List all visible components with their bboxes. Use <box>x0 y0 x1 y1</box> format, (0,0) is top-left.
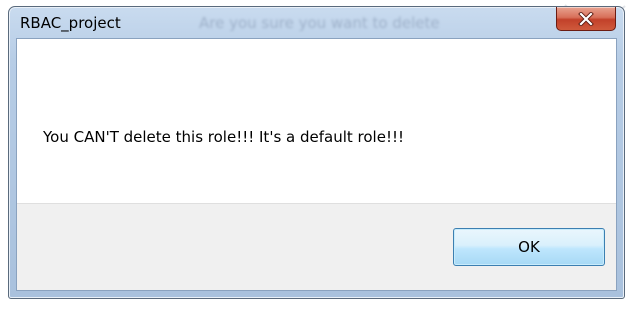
close-button[interactable] <box>556 7 616 31</box>
close-icon <box>578 11 594 26</box>
dialog-button-bar: OK <box>17 203 616 290</box>
title-ghost-text: Are you sure you want to delete <box>199 14 440 32</box>
dialog-titlebar[interactable]: Are you sure you want to delete RBAC_pro… <box>9 7 624 37</box>
ok-button[interactable]: OK <box>453 228 605 266</box>
message-dialog: Are you sure you want to delete RBAC_pro… <box>8 6 625 299</box>
dialog-message: You CAN'T delete this role!!! It's a def… <box>43 128 404 146</box>
dialog-content: You CAN'T delete this role!!! It's a def… <box>16 38 617 291</box>
dialog-title: RBAC_project <box>20 14 121 32</box>
screen: Are you sure you want to delete RBAC_pro… <box>0 0 630 309</box>
